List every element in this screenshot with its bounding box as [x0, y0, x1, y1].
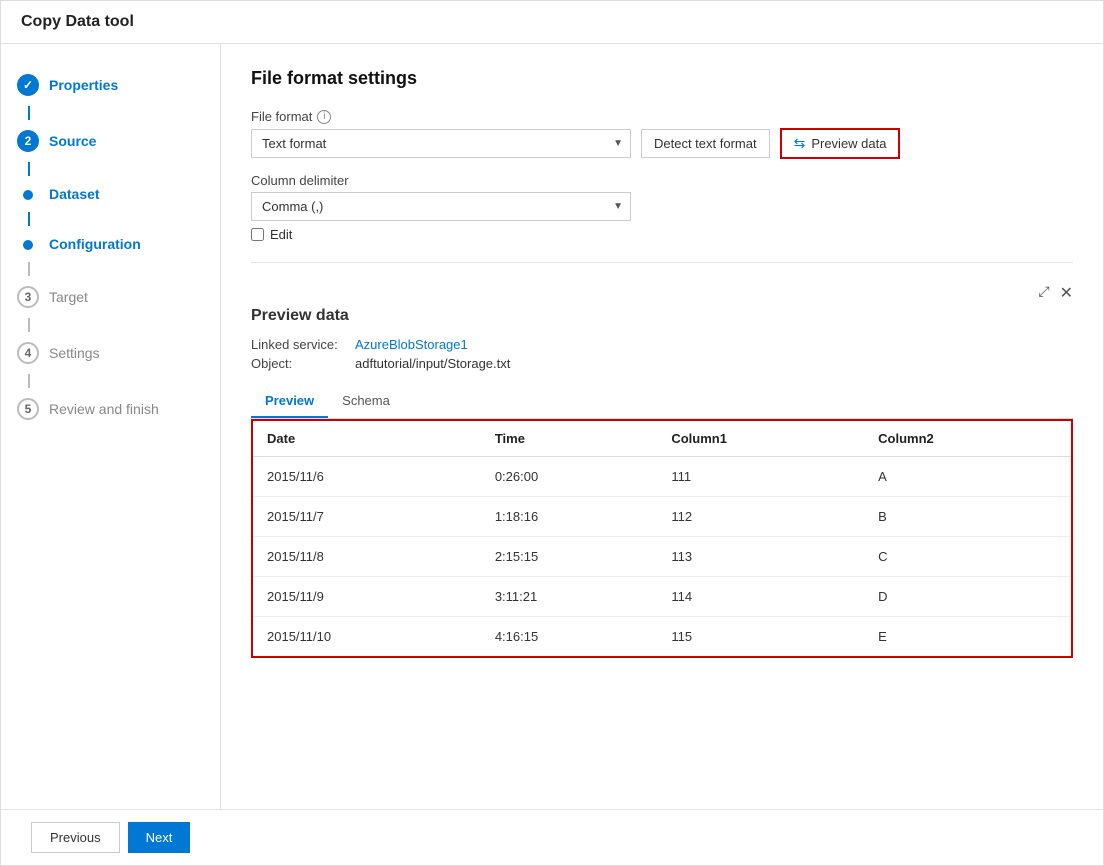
detect-text-format-button[interactable]: Detect text format	[641, 129, 770, 158]
table-cell: 2015/11/8	[253, 537, 481, 577]
sidebar-item-review[interactable]: 5 Review and finish	[1, 388, 220, 430]
sidebar-item-target[interactable]: 3 Target	[1, 276, 220, 318]
tab-schema[interactable]: Schema	[328, 385, 404, 418]
object-row: Object: adftutorial/input/Storage.txt	[251, 356, 1073, 371]
file-format-row: File format i Text format ▼ Detect text …	[251, 109, 1073, 159]
step-circle-settings: 4	[17, 342, 39, 364]
sidebar-label-target: Target	[49, 289, 88, 305]
table-cell: 2015/11/7	[253, 497, 481, 537]
data-table-wrapper: Date Time Column1 Column2 2015/11/60:26:…	[251, 419, 1073, 658]
table-cell: 1:18:16	[481, 497, 658, 537]
linked-service-label: Linked service:	[251, 337, 351, 352]
sidebar-item-properties[interactable]: ✓ Properties	[1, 64, 220, 106]
file-format-label: File format i	[251, 109, 1073, 124]
step-circle-source: 2	[17, 130, 39, 152]
table-cell: B	[864, 497, 1071, 537]
col-header-time: Time	[481, 421, 658, 457]
app-header: Copy Data tool	[1, 1, 1103, 44]
connector-3	[28, 212, 30, 226]
section-title: File format settings	[251, 68, 1073, 89]
table-cell: 0:26:00	[481, 457, 658, 497]
col-header-column2: Column2	[864, 421, 1071, 457]
app-container: Copy Data tool ✓ Properties 2 Source Dat…	[0, 0, 1104, 866]
step-circle-review: 5	[17, 398, 39, 420]
column-delimiter-label: Column delimiter	[251, 173, 1073, 188]
edit-checkbox[interactable]	[251, 228, 264, 241]
table-row: 2015/11/93:11:21114D	[253, 577, 1071, 617]
sidebar-label-properties: Properties	[49, 77, 118, 93]
content-area: File format settings File format i Text …	[221, 44, 1103, 809]
sidebar-item-dataset[interactable]: Dataset	[1, 176, 220, 212]
main-layout: ✓ Properties 2 Source Dataset	[1, 44, 1103, 809]
table-cell: 2015/11/6	[253, 457, 481, 497]
file-format-info-icon: i	[317, 110, 331, 124]
preview-header-controls: ⤢ ✕	[251, 283, 1073, 303]
file-format-controls: Text format ▼ Detect text format ⇆ Previ…	[251, 128, 1073, 159]
preview-table: Date Time Column1 Column2 2015/11/60:26:…	[253, 421, 1071, 656]
table-cell: 114	[657, 577, 864, 617]
table-cell: 2:15:15	[481, 537, 658, 577]
sidebar-label-configuration: Configuration	[49, 236, 141, 252]
table-cell: A	[864, 457, 1071, 497]
object-label: Object:	[251, 356, 351, 371]
close-icon[interactable]: ✕	[1060, 283, 1073, 303]
table-cell: 111	[657, 457, 864, 497]
app-title: Copy Data tool	[21, 13, 134, 30]
sidebar-label-source: Source	[49, 133, 96, 149]
link-icon: ⇆	[794, 135, 806, 152]
linked-service-value: AzureBlobStorage1	[355, 337, 468, 352]
sidebar-label-review: Review and finish	[49, 401, 159, 417]
connector-2	[28, 162, 30, 176]
table-cell: 113	[657, 537, 864, 577]
preview-title: Preview data	[251, 307, 1073, 325]
connector-4	[28, 262, 30, 276]
table-cell: 112	[657, 497, 864, 537]
sidebar-label-settings: Settings	[49, 345, 100, 361]
column-delimiter-select[interactable]: Comma (,)	[251, 192, 631, 221]
tab-preview[interactable]: Preview	[251, 385, 328, 418]
sidebar: ✓ Properties 2 Source Dataset	[1, 44, 221, 809]
column-delimiter-row: Column delimiter Comma (,) ▼ Edit	[251, 173, 1073, 242]
table-cell: C	[864, 537, 1071, 577]
preview-section: ⤢ ✕ Preview data Linked service: AzureBl…	[251, 262, 1073, 658]
preview-tabs: Preview Schema	[251, 385, 1073, 419]
connector-5	[28, 318, 30, 332]
sidebar-item-settings[interactable]: 4 Settings	[1, 332, 220, 374]
table-cell: 2015/11/10	[253, 617, 481, 657]
sidebar-item-configuration[interactable]: Configuration	[1, 226, 220, 262]
file-format-select[interactable]: Text format	[251, 129, 631, 158]
file-format-select-wrapper: Text format ▼	[251, 129, 631, 158]
table-row: 2015/11/104:16:15115E	[253, 617, 1071, 657]
sidebar-item-source[interactable]: 2 Source	[1, 120, 220, 162]
edit-checkbox-label[interactable]: Edit	[270, 227, 292, 242]
step-circle-target: 3	[17, 286, 39, 308]
connector-1	[28, 106, 30, 120]
table-cell: D	[864, 577, 1071, 617]
table-row: 2015/11/71:18:16112B	[253, 497, 1071, 537]
preview-data-button[interactable]: ⇆ Preview data	[780, 128, 901, 159]
col-header-date: Date	[253, 421, 481, 457]
table-header-row: Date Time Column1 Column2	[253, 421, 1071, 457]
connector-6	[28, 374, 30, 388]
table-row: 2015/11/82:15:15113C	[253, 537, 1071, 577]
linked-service-row: Linked service: AzureBlobStorage1	[251, 337, 1073, 352]
footer-buttons: Previous Next	[1, 809, 1103, 865]
table-cell: 115	[657, 617, 864, 657]
table-cell: 2015/11/9	[253, 577, 481, 617]
next-button[interactable]: Next	[128, 822, 191, 853]
previous-button[interactable]: Previous	[31, 822, 120, 853]
object-value: adftutorial/input/Storage.txt	[355, 356, 510, 371]
table-cell: 4:16:15	[481, 617, 658, 657]
expand-icon[interactable]: ⤢	[1038, 283, 1049, 303]
sidebar-label-dataset: Dataset	[49, 186, 100, 202]
step-circle-properties: ✓	[17, 74, 39, 96]
table-cell: E	[864, 617, 1071, 657]
edit-checkbox-row: Edit	[251, 227, 1073, 242]
column-delimiter-select-wrapper: Comma (,) ▼	[251, 192, 631, 221]
col-header-column1: Column1	[657, 421, 864, 457]
table-cell: 3:11:21	[481, 577, 658, 617]
table-body: 2015/11/60:26:00111A2015/11/71:18:16112B…	[253, 457, 1071, 657]
table-row: 2015/11/60:26:00111A	[253, 457, 1071, 497]
